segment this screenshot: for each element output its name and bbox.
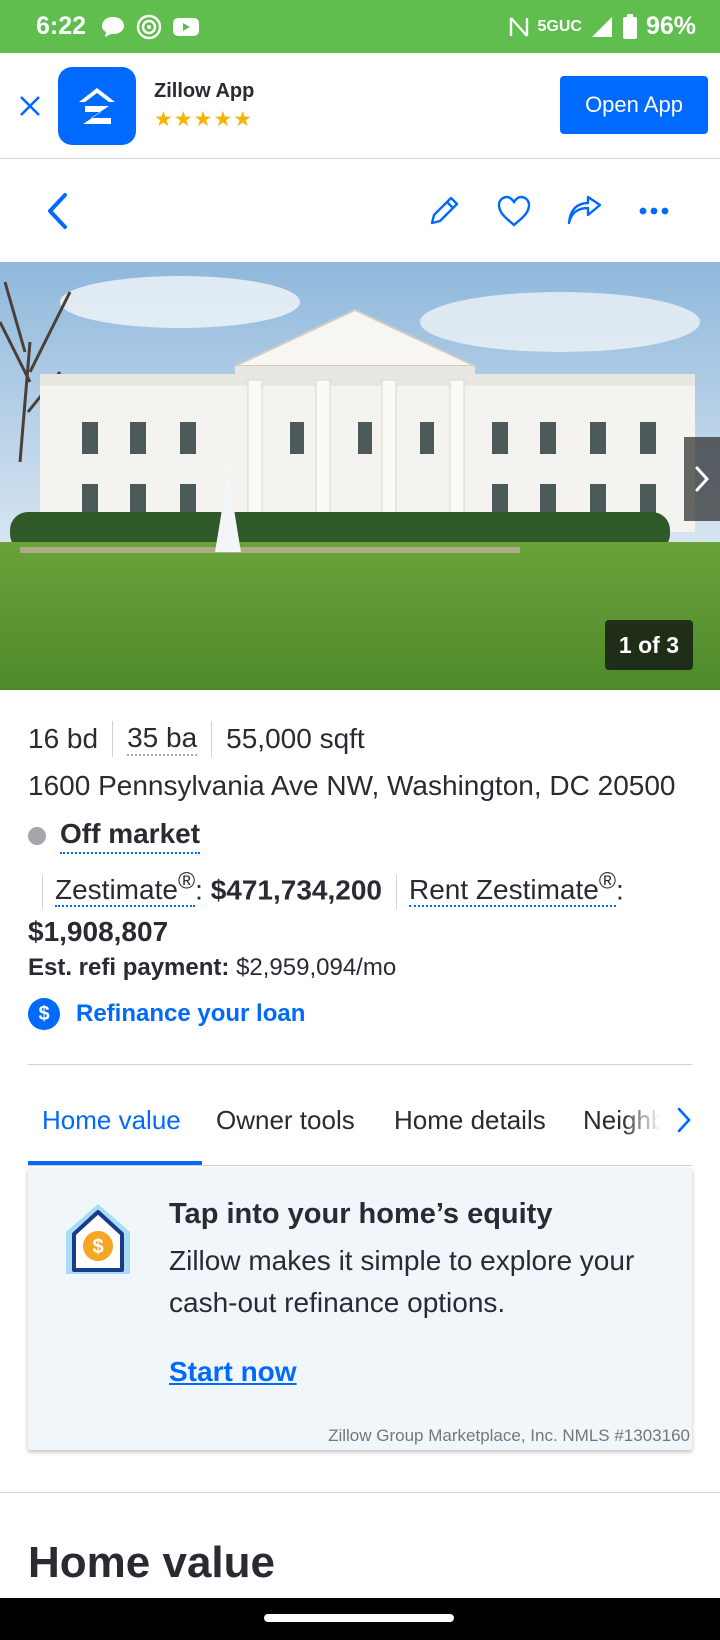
facts-divider	[112, 721, 114, 757]
share-icon	[567, 195, 602, 225]
listing-photo-carousel[interactable]: 1 of 3	[0, 262, 720, 690]
refi-label: Est. refi payment:	[28, 954, 230, 981]
zestimate-label[interactable]: Zestimate®	[55, 868, 196, 908]
chevron-right-icon	[695, 466, 710, 492]
back-button[interactable]	[32, 186, 82, 236]
rent-zestimate-value: $1,908,807	[28, 916, 169, 948]
tab-home-value[interactable]: Home value	[42, 1076, 181, 1164]
youtube-icon	[173, 17, 200, 36]
equity-title: Tap into your home’s equity	[169, 1198, 553, 1230]
tabs-scroll-right-button[interactable]	[622, 1076, 692, 1164]
home-facts: 16 bd 35 ba 55,000 sqft	[28, 718, 365, 760]
next-photo-button[interactable]	[684, 437, 720, 521]
section-divider	[28, 1064, 692, 1065]
chevron-left-icon	[48, 193, 67, 229]
banner-close-button[interactable]	[2, 78, 58, 134]
photo-counter: 1 of 3	[604, 620, 693, 670]
house-dollar-icon: $	[66, 1204, 130, 1274]
signal-icon	[591, 16, 612, 37]
share-button[interactable]	[559, 186, 609, 236]
beds-count: 16 bd	[28, 723, 99, 754]
zillow-logo-icon	[79, 87, 115, 124]
refi-payment: Est. refi payment: $2,959,094/mo	[28, 954, 396, 982]
rent-zestimate-label[interactable]: Rent Zestimate®	[408, 868, 617, 908]
nmls-disclaimer: Zillow Group Marketplace, Inc. NMLS #130…	[328, 1426, 690, 1445]
dollar-icon: $	[28, 998, 60, 1030]
close-icon	[20, 95, 40, 116]
section-divider	[0, 1492, 720, 1493]
status-text[interactable]: Off market	[60, 818, 201, 854]
app-name: Zillow App	[154, 79, 255, 102]
system-nav-bar	[0, 1598, 720, 1640]
zestimate-row: Zestimate®: $471,734,200 Rent Zestimate®:…	[28, 868, 624, 948]
more-icon	[639, 207, 669, 215]
start-now-link[interactable]: Start now	[169, 1356, 297, 1388]
facts-divider	[211, 721, 213, 757]
network-type: 5GUC	[537, 17, 582, 35]
tab-owner-tools[interactable]: Owner tools	[216, 1076, 355, 1164]
active-tab-indicator	[28, 1161, 202, 1165]
zillow-logo	[58, 66, 136, 145]
square-footage: 55,000 sqft	[226, 723, 365, 754]
chat-notification-icon	[102, 16, 125, 37]
nfc-icon	[509, 16, 528, 37]
open-app-button[interactable]: Open App	[560, 76, 708, 134]
edit-button[interactable]	[419, 186, 469, 236]
save-home-button[interactable]	[489, 186, 539, 236]
zestimate-value: $471,734,200	[210, 874, 382, 906]
zestimate-divider	[42, 874, 43, 909]
fingerprint-app-icon	[136, 14, 162, 39]
more-options-button[interactable]	[629, 186, 679, 236]
detail-tabs: Home value Owner tools Home details Neig…	[28, 1076, 692, 1166]
listing-status: Off market	[28, 818, 201, 854]
refinance-link-label: Refinance your loan	[76, 1000, 306, 1027]
equity-promo-card: $ Tap into your home’s equity Zillow mak…	[28, 1168, 692, 1450]
heart-icon	[497, 195, 531, 227]
pencil-icon	[430, 196, 459, 225]
baths-count[interactable]: 35 ba	[127, 722, 198, 756]
chevron-right-icon	[677, 1107, 691, 1133]
battery-icon	[622, 13, 637, 39]
status-time: 6:22	[36, 12, 87, 40]
tab-home-details[interactable]: Home details	[394, 1076, 546, 1164]
refinance-link[interactable]: $ Refinance your loan	[28, 998, 305, 1030]
property-address: 1600 Pennsylvania Ave NW, Washington, DC…	[28, 770, 676, 801]
zestimate-divider	[395, 874, 397, 909]
status-dot-icon	[28, 827, 46, 845]
home-value-heading: Home value	[28, 1538, 275, 1587]
battery-level: 96%	[645, 12, 696, 40]
refi-value: $2,959,094/mo	[236, 954, 397, 981]
home-gesture-handle[interactable]	[264, 1614, 454, 1622]
status-bar: 6:22 5GUC 96%	[0, 0, 720, 53]
listing-toolbar	[0, 160, 720, 262]
svg-text:$: $	[92, 1236, 103, 1258]
app-install-banner: Zillow App ★★★★★ Open App	[0, 53, 720, 159]
equity-body: Zillow makes it simple to explore your c…	[169, 1245, 635, 1318]
app-rating-stars: ★★★★★	[154, 107, 254, 131]
